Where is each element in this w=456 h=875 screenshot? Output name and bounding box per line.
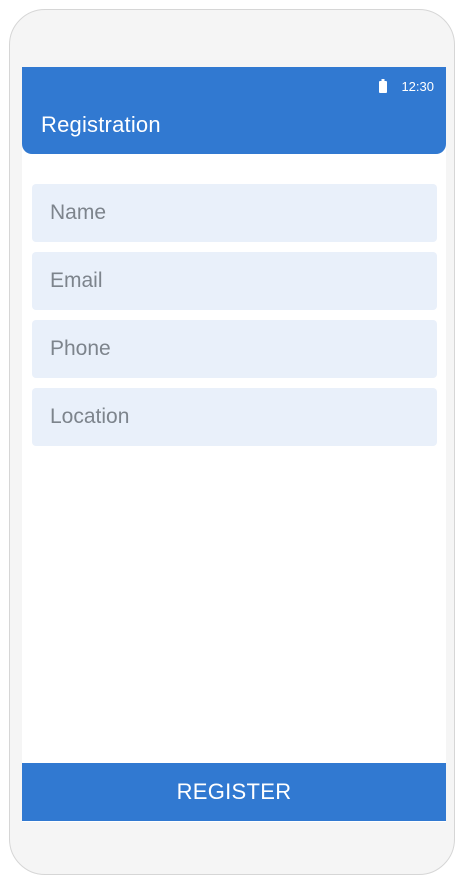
name-field[interactable] [32, 184, 437, 242]
page-title: Registration [41, 112, 161, 137]
status-bar: 12:30 [379, 77, 434, 95]
location-field[interactable] [32, 388, 437, 446]
app-screen: 12:30 Registration REGISTER [22, 67, 446, 822]
app-bar: 12:30 Registration [22, 67, 446, 154]
phone-field[interactable] [32, 320, 437, 378]
battery-icon [379, 79, 388, 93]
phone-frame: 12:30 Registration REGISTER [9, 9, 455, 875]
status-time: 12:30 [401, 78, 434, 94]
email-field[interactable] [32, 252, 437, 310]
registration-form [32, 184, 437, 456]
register-button[interactable]: REGISTER [22, 763, 446, 821]
